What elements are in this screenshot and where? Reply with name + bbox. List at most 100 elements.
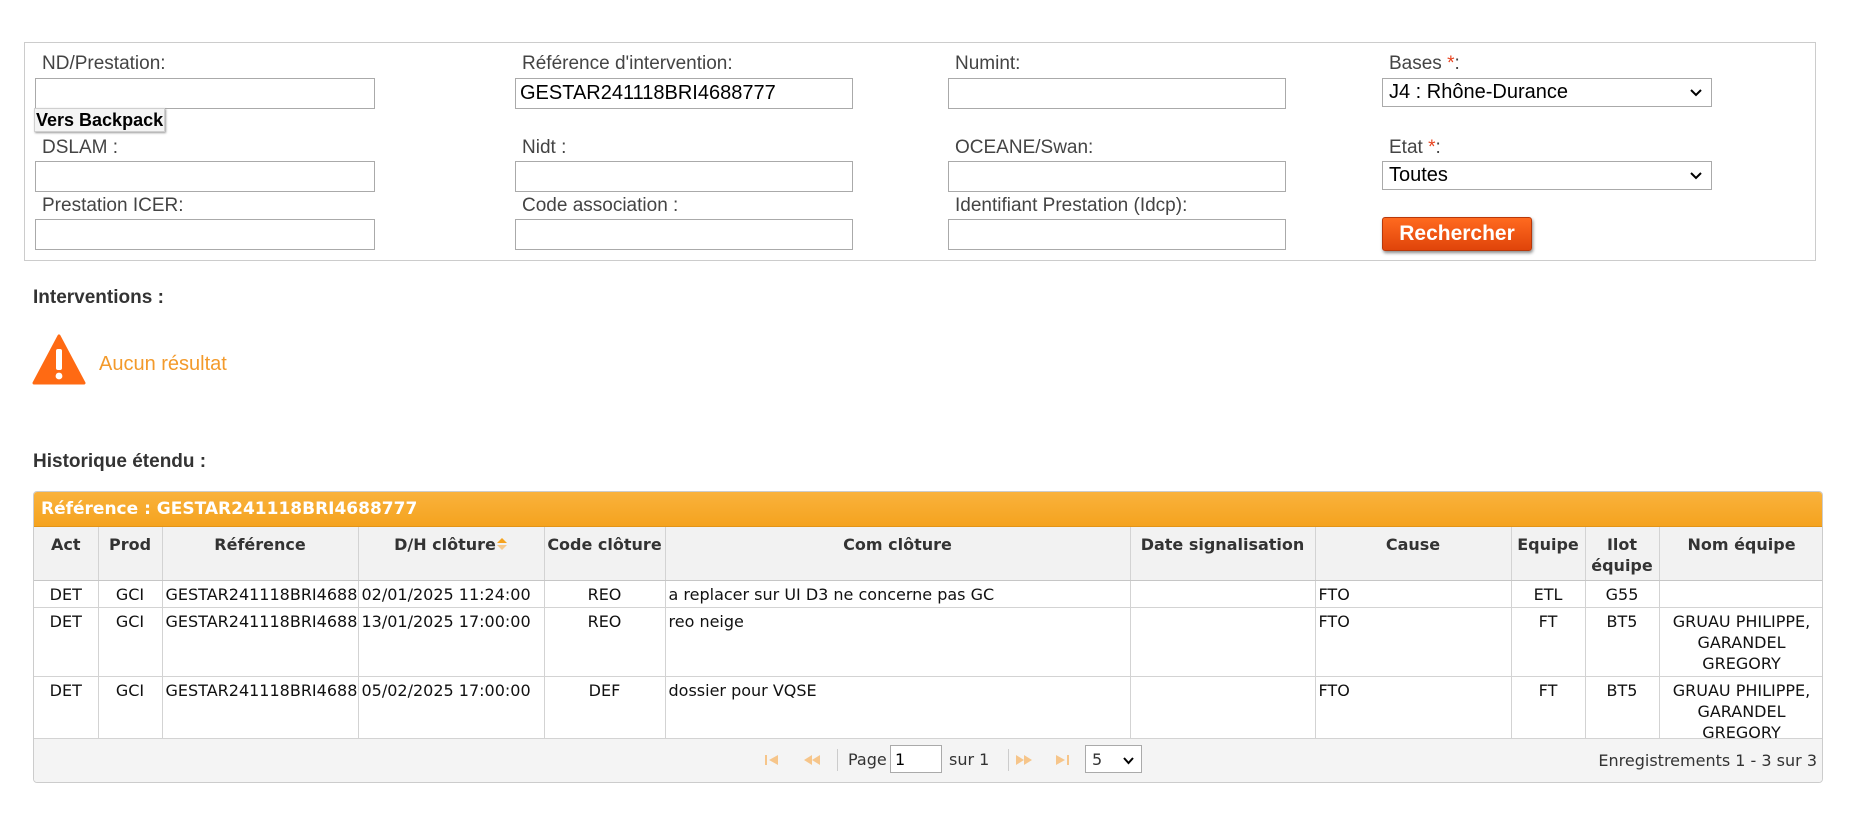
oceane-swan-input[interactable] xyxy=(948,161,1286,192)
nidt-input[interactable] xyxy=(515,161,853,192)
cell-cause: FTO xyxy=(1315,580,1512,608)
cell-date-signalisation xyxy=(1130,580,1316,608)
search-panel: ND/Prestation: Référence d'intervention:… xyxy=(24,42,1816,261)
cell-code-cloture: REO xyxy=(544,607,666,677)
chevron-down-icon xyxy=(1690,172,1702,180)
prestation-icer-input[interactable] xyxy=(35,219,375,250)
etat-label: Etat *: xyxy=(1389,137,1441,159)
pager: Page sur 1 5 Enregistrements 1 - 3 sur 3 xyxy=(34,738,1822,782)
cell-cause: FTO xyxy=(1315,607,1512,677)
col-header-code-cloture[interactable]: Code clôture xyxy=(544,527,666,581)
idcp-label: Identifiant Prestation (Idcp): xyxy=(955,195,1188,216)
cell-prod: GCI xyxy=(98,676,163,746)
cell-date-signalisation xyxy=(1130,676,1316,746)
table-row[interactable]: DET GCI GESTAR241118BRI46887 05/02/2025 … xyxy=(34,676,1822,746)
cell-com-cloture: a replacer sur UI D3 ne concerne pas GC xyxy=(665,580,1131,608)
previous-page-icon[interactable] xyxy=(802,754,822,766)
history-table: Act Prod Référence D/H clôture Code clôt… xyxy=(34,527,1822,746)
cell-cause: FTO xyxy=(1315,676,1512,746)
next-page-icon[interactable] xyxy=(1014,754,1034,766)
oceane-swan-label: OCEANE/Swan: xyxy=(955,137,1094,158)
nd-prestation-input[interactable] xyxy=(35,78,375,109)
cell-dh-cloture: 13/01/2025 17:00:00 xyxy=(358,607,545,677)
reference-intervention-label: Référence d'intervention: xyxy=(522,53,733,74)
cell-equipe: FT xyxy=(1511,607,1586,677)
history-grid-caption: Référence : GESTAR241118BRI4688777 xyxy=(34,492,1822,527)
dslam-label: DSLAM : xyxy=(42,137,119,158)
nidt-label: Nidt : xyxy=(522,137,567,158)
table-row[interactable]: DET GCI GESTAR241118BRI46887 13/01/2025 … xyxy=(34,607,1822,677)
pager-separator xyxy=(1008,749,1009,771)
page-total-label: sur 1 xyxy=(949,750,990,769)
code-association-label: Code association : xyxy=(522,195,679,216)
bases-selected-value: J4 : Rhône-Durance xyxy=(1389,81,1568,103)
cell-reference: GESTAR241118BRI46887 xyxy=(162,580,359,608)
chevron-down-icon xyxy=(1690,89,1702,97)
cell-code-cloture: DEF xyxy=(544,676,666,746)
cell-code-cloture: REO xyxy=(544,580,666,608)
bases-label: Bases *: xyxy=(1389,53,1460,75)
col-header-com-cloture[interactable]: Com clôture xyxy=(665,527,1131,581)
col-header-cause[interactable]: Cause xyxy=(1315,527,1512,581)
chevron-down-icon xyxy=(1123,757,1134,765)
cell-act: DET xyxy=(34,607,99,677)
cell-nom-equipe xyxy=(1659,580,1822,608)
bases-label-text: Bases xyxy=(1389,53,1448,74)
cell-equipe: ETL xyxy=(1511,580,1586,608)
pager-separator xyxy=(837,749,838,771)
dslam-input[interactable] xyxy=(35,161,375,192)
cell-prod: GCI xyxy=(98,607,163,677)
reference-intervention-input[interactable] xyxy=(515,78,853,109)
page-size-value: 5 xyxy=(1092,750,1103,769)
cell-com-cloture: dossier pour VQSE xyxy=(665,676,1131,746)
numint-input[interactable] xyxy=(948,78,1286,109)
col-header-prod[interactable]: Prod xyxy=(98,527,163,581)
history-grid: Référence : GESTAR241118BRI4688777 Act P… xyxy=(33,491,1823,783)
table-row[interactable]: DET GCI GESTAR241118BRI46887 02/01/2025 … xyxy=(34,580,1822,608)
cell-act: DET xyxy=(34,676,99,746)
numint-label: Numint: xyxy=(955,53,1021,74)
first-page-icon[interactable] xyxy=(764,754,780,766)
cell-nom-equipe: GRUAU PHILIPPE, GARANDEL GREGORY xyxy=(1659,676,1822,746)
warning-icon xyxy=(32,334,86,385)
page-number-input[interactable] xyxy=(890,745,942,773)
cell-ilot-equipe: BT5 xyxy=(1585,607,1660,677)
interventions-title: Interventions : xyxy=(33,287,164,308)
cell-com-cloture: reo neige xyxy=(665,607,1131,677)
code-association-input[interactable] xyxy=(515,219,853,250)
col-header-act[interactable]: Act xyxy=(34,527,99,581)
bases-label-colon: : xyxy=(1454,53,1460,74)
no-result-message: Aucun résultat xyxy=(99,353,227,375)
col-header-equipe[interactable]: Equipe xyxy=(1511,527,1586,581)
cell-nom-equipe: GRUAU PHILIPPE, GARANDEL GREGORY xyxy=(1659,607,1822,677)
cell-reference: GESTAR241118BRI46887 xyxy=(162,676,359,746)
cell-prod: GCI xyxy=(98,580,163,608)
cell-ilot-equipe: BT5 xyxy=(1585,676,1660,746)
records-count: Enregistrements 1 - 3 sur 3 xyxy=(1598,751,1817,770)
nd-prestation-label: ND/Prestation: xyxy=(42,53,166,74)
bases-required-mark: * xyxy=(1447,53,1455,74)
col-header-date-signalisation[interactable]: Date signalisation xyxy=(1130,527,1316,581)
col-header-dh-cloture-label: D/H clôture xyxy=(394,535,496,554)
col-header-reference[interactable]: Référence xyxy=(162,527,359,581)
cell-ilot-equipe: G55 xyxy=(1585,580,1660,608)
history-title: Historique étendu : xyxy=(33,451,207,472)
idcp-input[interactable] xyxy=(948,219,1286,250)
last-page-icon[interactable] xyxy=(1054,754,1070,766)
col-header-nom-equipe[interactable]: Nom équipe xyxy=(1659,527,1822,581)
rechercher-button[interactable]: Rechercher xyxy=(1382,217,1532,251)
cell-dh-cloture: 05/02/2025 17:00:00 xyxy=(358,676,545,746)
page-label: Page xyxy=(848,750,887,769)
cell-date-signalisation xyxy=(1130,607,1316,677)
etat-label-colon: : xyxy=(1435,137,1441,158)
bases-select[interactable]: J4 : Rhône-Durance xyxy=(1382,78,1712,107)
etat-selected-value: Toutes xyxy=(1389,164,1448,186)
col-header-ilot-equipe[interactable]: Ilot équipe xyxy=(1585,527,1660,581)
cell-reference: GESTAR241118BRI46887 xyxy=(162,607,359,677)
page-size-select[interactable]: 5 xyxy=(1085,745,1142,773)
etat-select[interactable]: Toutes xyxy=(1382,161,1712,190)
sort-icon xyxy=(496,538,507,550)
history-header-row: Act Prod Référence D/H clôture Code clôt… xyxy=(34,527,1822,581)
vers-backpack-button[interactable]: Vers Backpack xyxy=(34,108,166,132)
col-header-dh-cloture[interactable]: D/H clôture xyxy=(358,527,545,581)
